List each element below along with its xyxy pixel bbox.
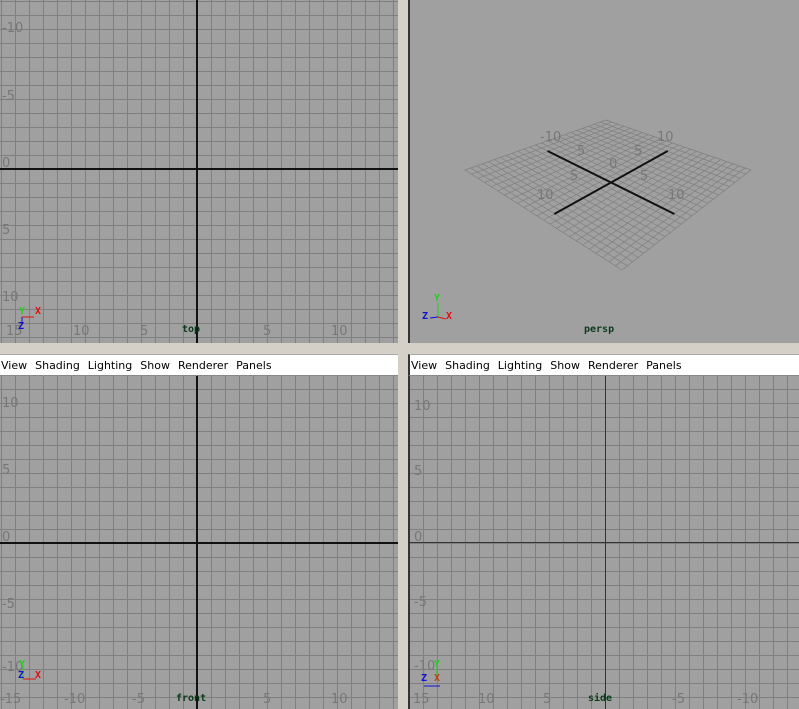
tick-label: 15 <box>413 692 430 707</box>
tick-label: -5 <box>672 692 685 707</box>
menu-lighting[interactable]: Lighting <box>87 359 137 372</box>
grid-label: 5 <box>577 144 586 159</box>
tick-label: -5 <box>2 597 15 612</box>
viewport-persp[interactable]: -10 10 5 5 0 5 5 10 10 persp Y X Z <box>408 0 799 343</box>
tick-label: -5 <box>132 692 145 707</box>
grid-label: -10 <box>540 130 562 145</box>
menu-panels[interactable]: Panels <box>645 359 686 372</box>
y-label: Y <box>434 659 441 670</box>
tick-label: 5 <box>263 324 272 339</box>
tick-label: 5 <box>2 223 11 238</box>
z-label: Z <box>18 670 25 681</box>
menu-renderer[interactable]: Renderer <box>177 359 233 372</box>
tick-label: 5 <box>543 692 552 707</box>
grid-label: 10 <box>657 130 674 145</box>
grid-label: 10 <box>668 188 685 203</box>
tick-label: -10 <box>64 692 86 707</box>
tick-label: 5 <box>140 324 149 339</box>
tick-label: -5 <box>414 595 427 610</box>
tick-label: -5 <box>2 89 15 104</box>
tick-label: 10 <box>2 396 19 411</box>
menu-shading[interactable]: Shading <box>34 359 85 372</box>
tick-label: -10 <box>2 21 24 36</box>
camera-label: persp <box>584 324 615 335</box>
grid-label: 10 <box>537 188 554 203</box>
tick-label: 10 <box>414 399 431 414</box>
camera-label: side <box>588 693 613 704</box>
tick-label: -15 <box>0 692 22 707</box>
z-axis-line <box>196 0 198 343</box>
z-label: Z <box>421 673 428 684</box>
tick-label: 10 <box>2 290 19 305</box>
z-label: Z <box>18 321 25 332</box>
y-label: Y <box>19 306 26 317</box>
tick-label: 10 <box>331 692 348 707</box>
tick-label: 0 <box>414 530 423 545</box>
x-label: X <box>446 311 453 322</box>
menu-shading[interactable]: Shading <box>444 359 495 372</box>
tick-label: 5 <box>263 692 272 707</box>
menu-show[interactable]: Show <box>549 359 585 372</box>
x-label: X <box>434 673 441 684</box>
menu-renderer[interactable]: Renderer <box>587 359 643 372</box>
y-axis-line <box>196 376 198 709</box>
grid-label: 5 <box>634 144 643 159</box>
grid-label: 0 <box>609 157 618 172</box>
tick-label: 0 <box>2 530 11 545</box>
tick-label: 10 <box>331 324 348 339</box>
tick-label: 10 <box>478 692 495 707</box>
menu-panels[interactable]: Panels <box>235 359 276 372</box>
tick-label: -10 <box>737 692 759 707</box>
camera-label: front <box>176 693 207 704</box>
menu-view[interactable]: View <box>0 359 32 372</box>
side-panel-menubar: View Shading Lighting Show Renderer Pane… <box>408 354 799 376</box>
menu-view[interactable]: View <box>410 359 442 372</box>
perspective-grid <box>464 119 752 271</box>
axis-gizmo-icon: Y X Z <box>14 659 54 689</box>
grid-label: 5 <box>640 169 649 184</box>
x-label: X <box>35 670 42 681</box>
front-panel-menubar: View Shading Lighting Show Renderer Pane… <box>0 354 398 376</box>
y-label: Y <box>434 293 441 304</box>
z-label: Z <box>422 311 429 322</box>
viewport-side[interactable]: 10 5 0 -5 -10 15 10 5 -5 -10 side Y X Z <box>408 376 799 709</box>
camera-label: top <box>182 324 201 335</box>
menu-show[interactable]: Show <box>139 359 175 372</box>
menu-lighting[interactable]: Lighting <box>497 359 547 372</box>
tick-label: 10 <box>73 324 90 339</box>
tick-label: 0 <box>2 156 11 171</box>
grid-line <box>615 167 746 267</box>
tick-label: 5 <box>414 464 423 479</box>
axis-gizmo-icon: Y X Z <box>418 659 458 689</box>
y-label: Y <box>19 659 26 670</box>
tick-label: 5 <box>2 463 11 478</box>
axis-gizmo-icon: Y X Z <box>422 293 462 323</box>
grid-label: 5 <box>570 169 579 184</box>
axis-gizmo-icon: Y X Z <box>14 305 54 335</box>
x-axis-line <box>0 542 398 544</box>
y-axis-line <box>605 376 606 709</box>
viewport-top[interactable]: -10 -5 0 5 10 15 10 5 5 10 top Y X Z <box>0 0 398 343</box>
x-label: X <box>35 306 42 317</box>
x-axis-line <box>0 168 398 170</box>
viewport-front[interactable]: 10 5 0 -5 -10 -15 -10 -5 5 10 front Y X … <box>0 376 398 709</box>
